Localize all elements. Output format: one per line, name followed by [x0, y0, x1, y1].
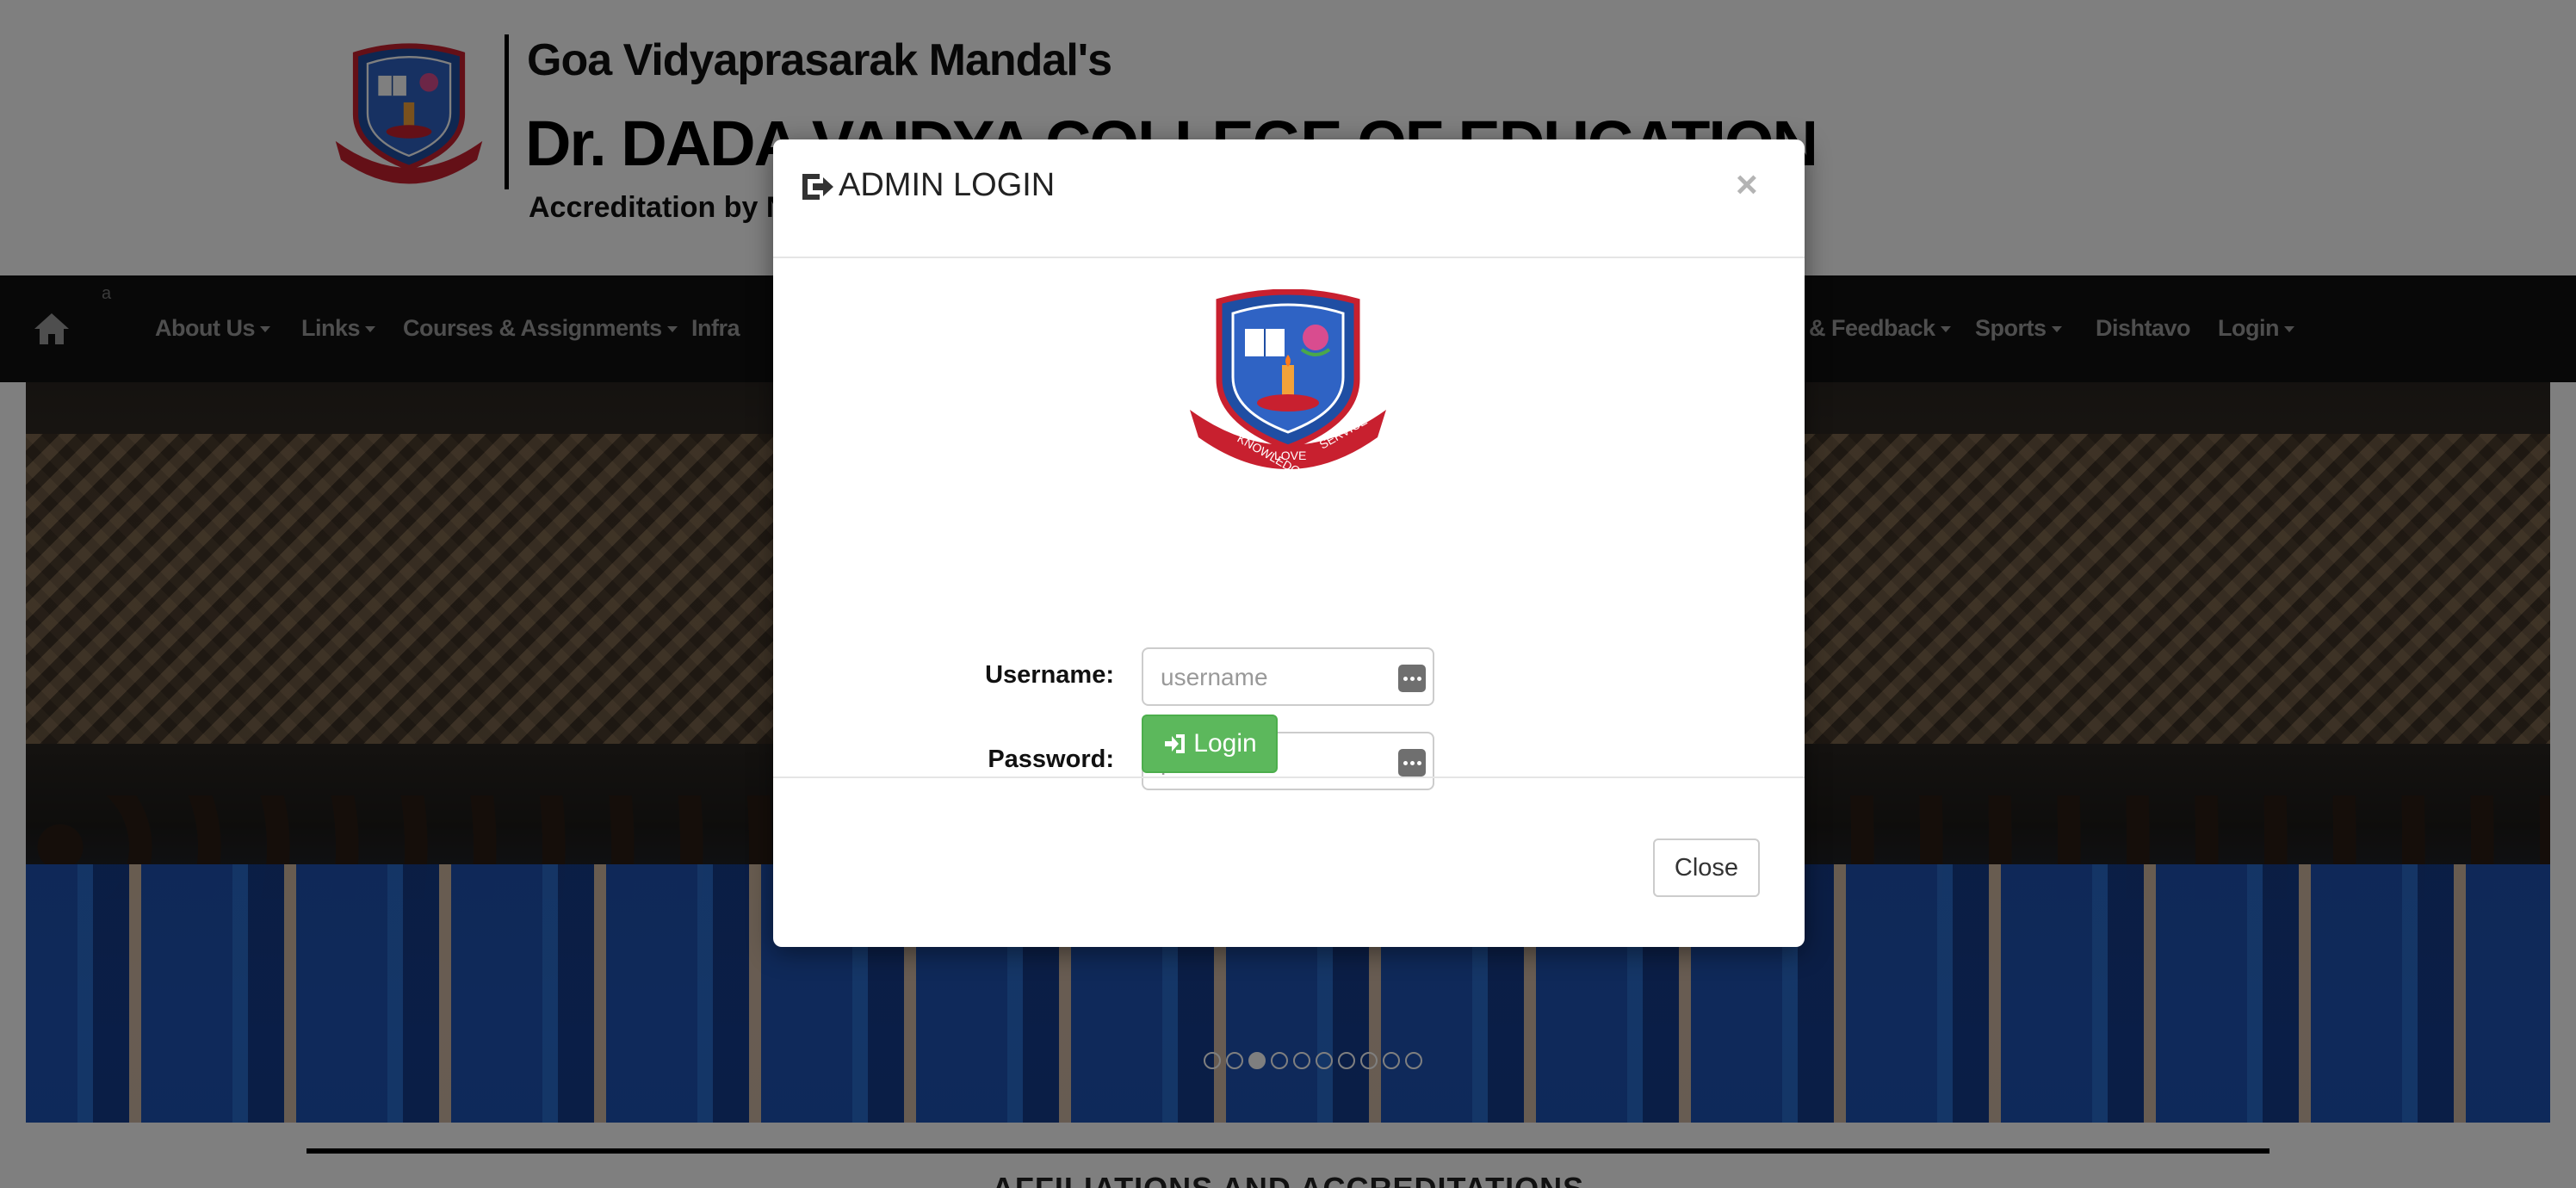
sign-in-icon [1165, 734, 1186, 753]
admin-login-modal: ADMIN LOGIN × KNOWLEDGE LOVE SERVICE Use… [773, 139, 1805, 947]
username-input[interactable] [1161, 661, 1384, 694]
username-field-wrap [1142, 647, 1434, 706]
password-label: Password: [988, 746, 1114, 773]
modal-footer-divider [773, 777, 1805, 778]
modal-title: ADMIN LOGIN [839, 167, 1056, 203]
username-label: Username: [985, 661, 1114, 689]
crest-motto-middle: LOVE [1274, 449, 1306, 462]
password-manager-icon[interactable] [1398, 749, 1426, 777]
close-button[interactable]: Close [1653, 838, 1760, 897]
login-button-label: Login [1193, 729, 1257, 758]
modal-header: ADMIN LOGIN × [773, 139, 1805, 258]
sign-in-icon [802, 174, 833, 200]
close-icon[interactable]: × [1736, 164, 1758, 207]
modal-body: KNOWLEDGE LOVE SERVICE Username: Passwor… [773, 260, 1805, 790]
college-crest-logo: KNOWLEDGE LOVE SERVICE [1190, 289, 1386, 470]
password-manager-icon[interactable] [1398, 665, 1426, 692]
login-button[interactable]: Login [1142, 715, 1278, 773]
